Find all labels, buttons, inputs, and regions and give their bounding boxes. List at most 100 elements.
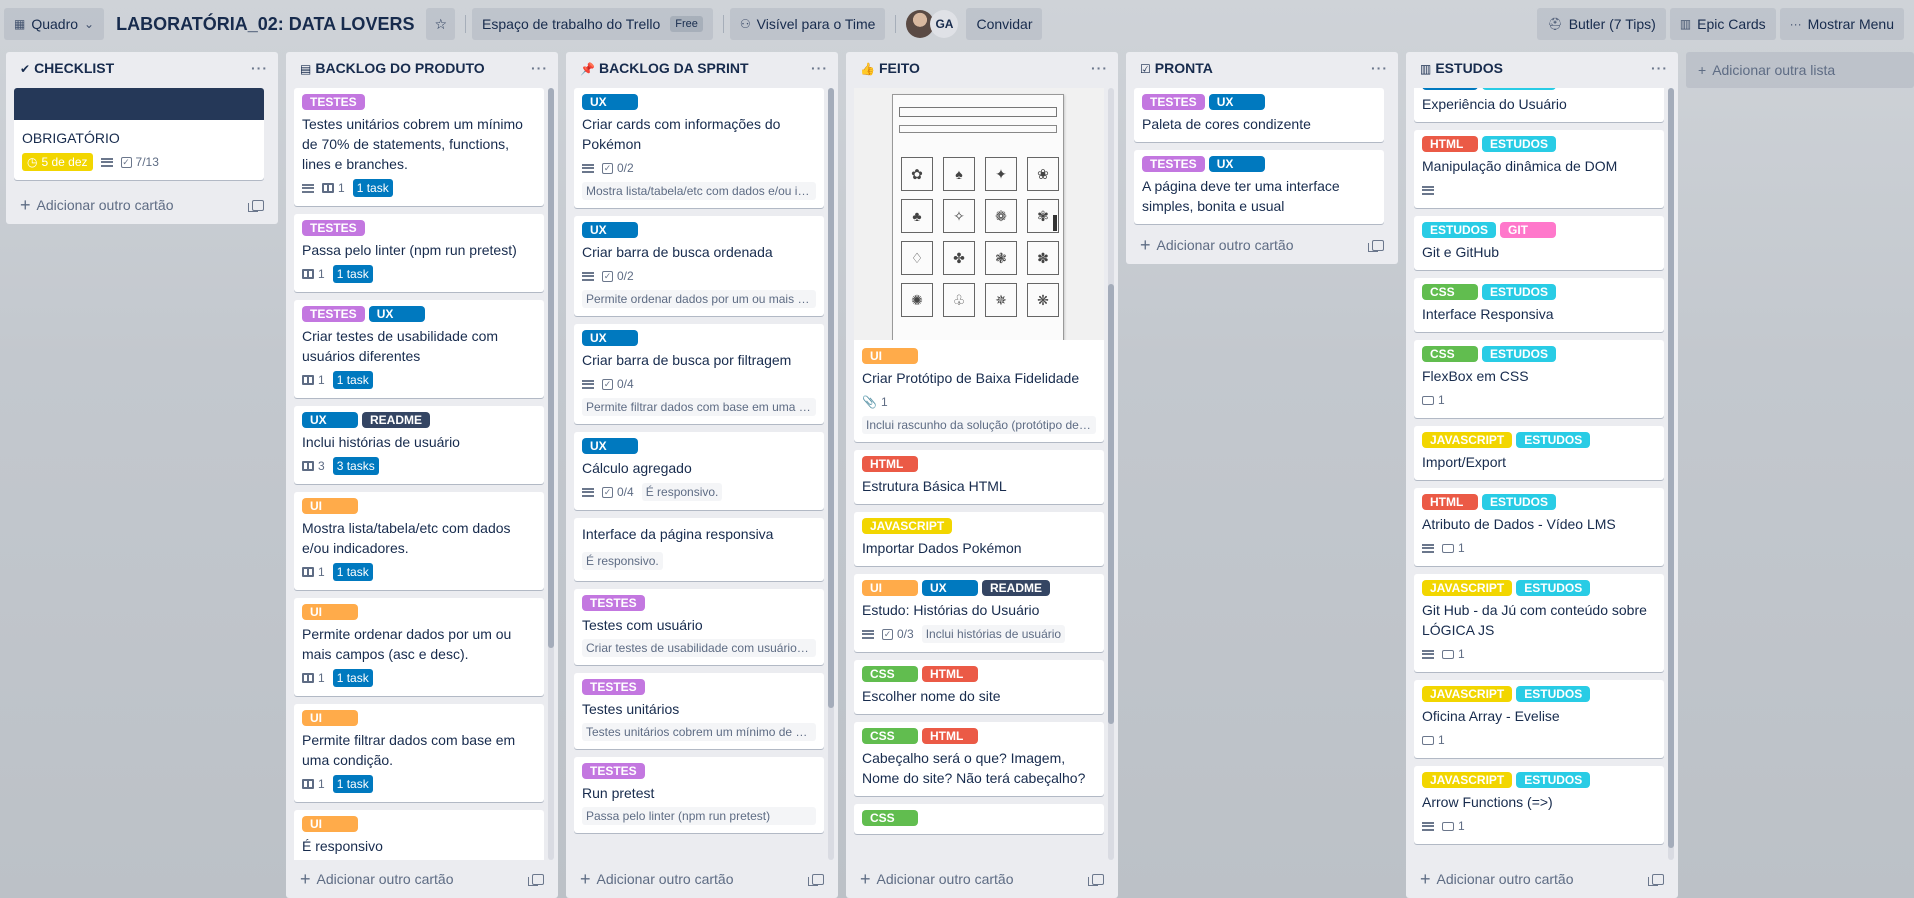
visibility-button[interactable]: ⚇ Visível para o Time	[729, 8, 886, 40]
label-testes[interactable]: TESTES	[582, 595, 645, 611]
workspace-button[interactable]: Espaço de trabalho do Trello Free	[472, 8, 713, 40]
label-javascript[interactable]: JAVASCRIPT	[1422, 432, 1513, 448]
label-javascript[interactable]: JAVASCRIPT	[1422, 686, 1513, 702]
epic-cards-button[interactable]: ▥ Epic Cards	[1669, 8, 1776, 40]
tasks-badge[interactable]: 1 task	[332, 265, 373, 283]
label-ux[interactable]: UX	[922, 580, 978, 596]
label-estudos[interactable]: ESTUDOS	[1482, 284, 1557, 300]
card[interactable]: TESTES Run pretest Passa pelo linter (npm …	[574, 757, 824, 833]
tasks-badge[interactable]: 1 task	[332, 775, 373, 793]
scrollbar-thumb[interactable]	[828, 88, 834, 708]
label-javascript[interactable]: JAVASCRIPT	[1422, 772, 1513, 788]
label-css[interactable]: CSS	[862, 666, 918, 682]
list-title[interactable]: ▥ ESTUDOS	[1420, 60, 1503, 76]
card[interactable]: CSS ESTUDOS Interface Responsiva	[1414, 278, 1664, 332]
card[interactable]: TESTES Passa pelo linter (npm run pretest…	[294, 214, 544, 292]
label-html[interactable]: HTML	[862, 456, 918, 472]
list-scrollbar[interactable]	[548, 88, 554, 860]
related-card-badge[interactable]: Criar testes de usabilidade com usuários…	[582, 639, 816, 657]
label-css[interactable]: CSS	[1422, 284, 1478, 300]
label-estudos[interactable]: ESTUDOS	[1482, 136, 1557, 152]
related-card-badge[interactable]: Inclui rascunho da solução (protótipo de…	[862, 416, 1096, 434]
related-card-badge[interactable]: Testes unitários cobrem um mínimo de 70%…	[582, 723, 816, 741]
label-html[interactable]: HTML	[922, 728, 978, 744]
label-testes[interactable]: TESTES	[1142, 94, 1205, 110]
butler-button[interactable]: ⛑ Butler (7 Tips)	[1537, 8, 1666, 40]
label-ux[interactable]: UX	[1208, 156, 1265, 172]
label-ux[interactable]: UX	[302, 412, 358, 428]
card[interactable]: CSS	[854, 804, 1104, 834]
label-estudos[interactable]: ESTUDOS	[1482, 346, 1557, 362]
list-scrollbar[interactable]	[1668, 88, 1674, 860]
card[interactable]: TESTES UX A página deve ter uma interface …	[1134, 150, 1384, 224]
label-testes[interactable]: TESTES	[1142, 156, 1205, 172]
list-header[interactable]: ▥ ESTUDOS ···	[1406, 52, 1678, 84]
show-menu-button[interactable]: ··· Mostrar Menu	[1779, 8, 1904, 40]
label-ui[interactable]: UI	[862, 348, 918, 364]
card[interactable]: CSS HTML Escolher nome do site	[854, 660, 1104, 714]
label-readme[interactable]: README	[982, 580, 1051, 596]
card[interactable]: TESTES Testes unitários Testes unitários c…	[574, 673, 824, 749]
label-ui[interactable]: UI	[302, 498, 358, 514]
card[interactable]: HTML ESTUDOS Manipulação dinâmica de DOM	[1414, 130, 1664, 208]
card[interactable]: JAVASCRIPT ESTUDOS Git Hub - da Jú com con…	[1414, 574, 1664, 672]
card[interactable]: TESTES UX Paleta de cores condizente	[1134, 88, 1384, 142]
label-ui[interactable]: UI	[302, 710, 358, 726]
card[interactable]: HTML Estrutura Básica HTML	[854, 450, 1104, 504]
list-title[interactable]: ▤ BACKLOG DO PRODUTO	[300, 60, 485, 76]
list-title[interactable]: 👍 FEITO	[860, 60, 920, 76]
card[interactable]: UX Criar barra de busca ordenada ✓ 0/2 Permi…	[574, 216, 824, 316]
list-menu-icon[interactable]: ···	[1371, 60, 1388, 76]
due-date-badge[interactable]: ◷ 5 de dez	[22, 153, 93, 171]
related-card-badge[interactable]: Permite filtrar dados com base em uma co…	[582, 398, 816, 416]
label-testes[interactable]: TESTES	[302, 94, 365, 110]
label-ux[interactable]: UX	[1422, 88, 1478, 90]
card-template-icon[interactable]	[248, 199, 264, 212]
card[interactable]: ✿ ♠ ✦ ❀ ♣ ✧ ❁ ✾ ♢ ✤ ❃ ✽ ✺ ♧ ✵ ❋ UI Criar Protótipo de Bai…	[854, 88, 1104, 442]
card[interactable]: UI Permite filtrar dados com base em uma …	[294, 704, 544, 802]
label-estudos[interactable]: ESTUDOS	[1482, 494, 1557, 510]
tasks-badge[interactable]: 3 tasks	[332, 457, 379, 475]
list-scrollbar[interactable]	[1108, 88, 1114, 860]
label-javascript[interactable]: JAVASCRIPT	[862, 518, 953, 534]
add-card-button[interactable]: + Adicionar outro cartão	[1420, 870, 1573, 888]
scrollbar-thumb[interactable]	[548, 88, 554, 648]
card[interactable]: UI Mostra lista/tabela/etc com dados e/ou…	[294, 492, 544, 590]
list-header[interactable]: ▤ BACKLOG DO PRODUTO ···	[286, 52, 558, 84]
view-switcher-button[interactable]: ▦ Quadro ⌄	[4, 8, 105, 40]
member-avatar-initials[interactable]: GA	[930, 10, 959, 38]
add-card-button[interactable]: + Adicionar outro cartão	[20, 196, 173, 214]
label-ui[interactable]: UI	[302, 816, 358, 832]
add-card-button[interactable]: + Adicionar outro cartão	[860, 870, 1013, 888]
card[interactable]: UX Criar barra de busca por filtragem ✓ 0/4…	[574, 324, 824, 424]
card[interactable]: UX ESTUDOS Experiência do Usuário	[1414, 88, 1664, 122]
card[interactable]: OBRIGATÓRIO ◷ 5 de dez ✓ 7/13	[14, 88, 264, 180]
related-card-badge[interactable]: Inclui histórias de usuário	[921, 625, 1066, 643]
related-card-badge[interactable]: Permite ordenar dados por um ou mais cam…	[582, 290, 816, 308]
label-testes[interactable]: TESTES	[302, 220, 365, 236]
label-ux[interactable]: UX	[582, 330, 638, 346]
card[interactable]: UX Criar cards com informações do Pokémon…	[574, 88, 824, 208]
card-template-icon[interactable]	[1648, 873, 1664, 886]
label-estudos[interactable]: ESTUDOS	[1422, 222, 1497, 238]
card-template-icon[interactable]	[808, 873, 824, 886]
label-ux[interactable]: UX	[368, 306, 425, 322]
card[interactable]: JAVASCRIPT ESTUDOS Import/Export	[1414, 426, 1664, 480]
related-card-badge[interactable]: Mostra lista/tabela/etc com dados e/ou i…	[582, 182, 816, 200]
star-button[interactable]: ☆	[426, 8, 456, 40]
label-ux[interactable]: UX	[1208, 94, 1265, 110]
label-estudos[interactable]: ESTUDOS	[1516, 580, 1591, 596]
card[interactable]: TESTES Testes unitários cobrem um mínimo …	[294, 88, 544, 206]
card-template-icon[interactable]	[528, 873, 544, 886]
label-css[interactable]: CSS	[862, 728, 918, 744]
list-scrollbar[interactable]	[828, 88, 834, 860]
card[interactable]: UI Permite ordenar dados por um ou mais c…	[294, 598, 544, 696]
label-css[interactable]: CSS	[1422, 346, 1478, 362]
tasks-badge[interactable]: 1 task	[332, 371, 373, 389]
card[interactable]: Interface da página responsiva É responsi…	[574, 518, 824, 581]
card[interactable]: JAVASCRIPT Importar Dados Pokémon	[854, 512, 1104, 566]
invite-button[interactable]: Convidar	[966, 8, 1043, 40]
card[interactable]: ESTUDOS GIT Git e GitHub	[1414, 216, 1664, 270]
add-card-button[interactable]: + Adicionar outro cartão	[1140, 236, 1293, 254]
label-estudos[interactable]: ESTUDOS	[1516, 432, 1591, 448]
